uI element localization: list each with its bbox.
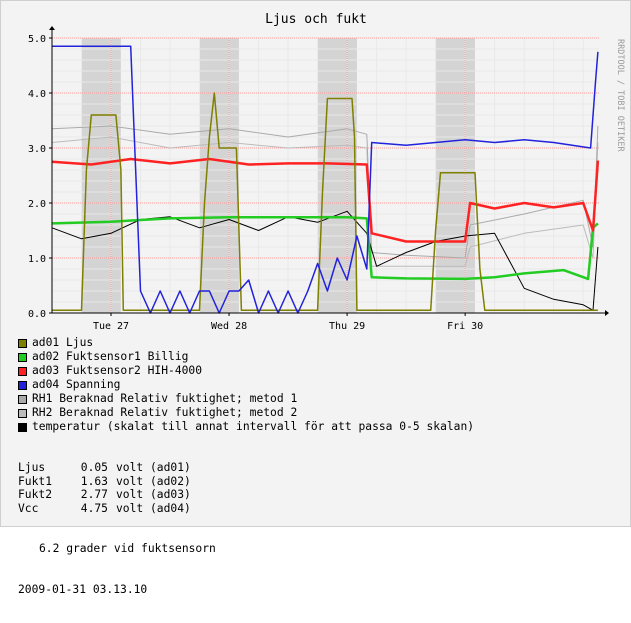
readout: Ljus 0.05 volt (ad01) Fukt1 1.63 volt (ad02) F… [18,434,216,623]
legend-item-RH1: RH1 Beraknad Relativ fuktighet; metod 1 [18,392,474,406]
legend-label: ad03 Fuktsensor2 HIH-4000 [32,364,203,377]
watermark: RRDTOOL / TOBI OETIKER [615,39,625,152]
x-tick-label: Tue 27 [93,321,129,332]
legend-swatch [18,366,27,376]
legend-label: ad01 Ljus [32,336,94,349]
readout-unit: volt (ad01) [116,461,191,474]
readout-label: Vcc [18,501,39,515]
readout-value: 2.77 [80,488,108,501]
legend-label: RH2 Beraknad Relativ fuktighet; metod 2 [32,406,298,419]
legend-label: ad02 Fuktsensor1 Billig [32,350,189,363]
y-tick-label: 2.0 [28,199,46,210]
legend-item-ad01: ad01 Ljus [18,336,474,350]
chart-title: Ljus och fukt [265,12,367,27]
readout-row: Fukt2 2.77 volt (ad03) [18,488,216,502]
readout-unit: volt (ad04) [116,501,191,515]
graph-frame: Ljus och fukt RRDTOOL / TOBI OETIKER 0.0… [0,0,631,596]
legend-item-temperatur: temperatur (skalat till annat intervall … [18,420,474,434]
x-tick-label: Thu 29 [329,321,365,332]
legend-swatch [18,394,27,404]
legend-item-ad03: ad03 Fuktsensor2 HIH-4000 [18,364,474,378]
readout-unit: volt (ad02) [116,474,191,488]
readout-value: 1.63 [80,474,108,488]
readout-row: Vcc 4.75 volt (ad04) [18,502,216,516]
y-tick-label: 5.0 [28,34,46,45]
legend-item-RH2: RH2 Beraknad Relativ fuktighet; metod 2 [18,406,474,420]
y-axis-arrow [49,26,55,30]
y-tick-label: 1.0 [28,254,46,265]
y-tick-label: 4.0 [28,89,46,100]
x-tick-label: Fri 30 [447,321,483,332]
day-band-4 [435,38,475,313]
temperature-note: 6.2 grader vid fuktsensorn [39,542,216,555]
readout-label: Ljus [18,461,46,474]
legend-label: ad04 Spanning [32,378,121,391]
readout-label: Fukt1 [18,474,53,488]
readout-unit: volt (ad03) [116,488,191,501]
day-band-2 [199,38,239,313]
readout-row: Ljus 0.05 volt (ad01) [18,461,216,475]
legend-item-ad04: ad04 Spanning [18,378,474,392]
legend-label: RH1 Beraknad Relativ fuktighet; metod 1 [32,392,298,405]
timestamp: 2009-01-31 03.13.10 [18,582,148,596]
readout-value: 0.05 [80,461,108,474]
y-tick-label: 3.0 [28,144,46,155]
legend-swatch [18,380,27,390]
day-band-1 [81,38,121,313]
legend-label: temperatur (skalat till annat intervall … [32,420,475,433]
x-tick-label: Wed 28 [211,321,247,332]
legend: ad01 Ljus ad02 Fuktsensor1 Billig ad03 Fuk… [18,336,474,434]
legend-swatch [18,422,27,432]
legend-swatch [18,338,27,348]
legend-swatch [18,352,27,362]
chart: Ljus och fukt RRDTOOL / TOBI OETIKER 0.0… [28,12,625,332]
readout-row: Fukt1 1.63 volt (ad02) [18,475,216,489]
legend-item-ad02: ad02 Fuktsensor1 Billig [18,350,474,364]
legend-swatch [18,408,27,418]
readout-label: Fukt2 [18,488,53,501]
y-tick-label: 0.0 [28,309,46,320]
x-axis-arrow [605,310,609,316]
readout-value: 4.75 [80,501,108,515]
